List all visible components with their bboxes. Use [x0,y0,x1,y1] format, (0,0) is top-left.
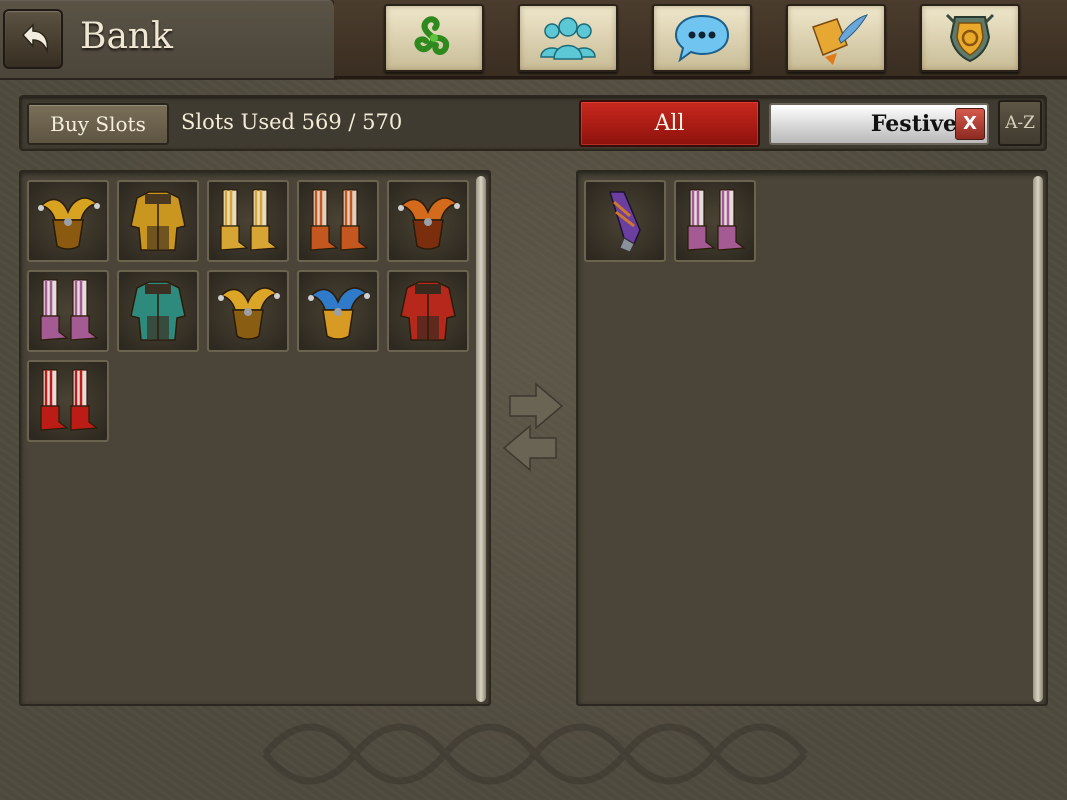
filter-input-value[interactable]: Festive [771,105,957,143]
bank-slot-jester-boots-yellow[interactable] [207,180,289,262]
bank-slot-jester-hat-blue[interactable] [297,270,379,352]
bank-slot-jester-boots-red[interactable] [27,360,109,442]
jester-boots-pink-icon [40,279,99,341]
jester-hat-gold-icon [218,287,280,340]
jester-boots-pink-icon [687,189,746,251]
bank-slot-jester-tunic-yellow[interactable] [117,180,199,262]
slots-used-counter: Slots Used 569 / 570 [181,110,403,134]
purple-bracer-icon [608,191,641,253]
buy-slots-button[interactable]: Buy Slots [27,103,169,145]
jester-tunic-teal-icon [130,281,186,341]
scroll-quill-icon [812,14,869,65]
back-arrow-icon [21,23,49,54]
chat-tab[interactable] [652,4,752,72]
nav-tabstrip [334,0,1067,79]
inventory-scrollbar[interactable] [1033,176,1043,702]
crest-tab[interactable] [920,4,1020,72]
jester-hat-orange-icon [398,197,460,250]
back-button[interactable] [3,9,63,69]
jester-boots-red-icon [40,369,99,431]
bank-slot-jester-hat-yellow[interactable] [27,180,109,262]
triskelion-tab[interactable] [384,4,484,72]
bank-slot-jester-tunic-red[interactable] [387,270,469,352]
all-filter-button[interactable]: All [579,100,760,147]
bank-toolbar: Buy Slots Slots Used 569 / 570 All Festi… [19,95,1047,151]
jester-tunic-red-icon [400,281,456,341]
people-icon [540,17,596,60]
clear-filter-button[interactable]: X [955,108,985,140]
bank-scrollbar[interactable] [476,176,486,702]
transfer-arrows-icon[interactable] [500,380,566,480]
jester-boots-orange-icon [310,189,369,251]
jester-tunic-yellow-icon [130,191,186,251]
sort-az-button[interactable]: A-Z [998,100,1042,146]
bank-slot-jester-tunic-teal[interactable] [117,270,199,352]
bank-items-panel [19,170,491,706]
bank-slot-jester-boots-orange[interactable] [297,180,379,262]
title-tab: Bank [0,0,337,80]
top-bar: Bank [0,0,1067,80]
guild-tab[interactable] [518,4,618,72]
inventory-items-panel [576,170,1048,706]
inventory-slot-jester-boots-pink[interactable] [674,180,756,262]
bank-slot-jester-hat-orange[interactable] [387,180,469,262]
jester-hat-yellow-icon [38,197,100,250]
celtic-knot-ornament [262,723,808,785]
jester-hat-blue-icon [308,287,370,340]
filter-field[interactable]: Festive X [769,103,989,145]
chat-bubble-icon [674,14,730,63]
bank-slot-jester-boots-pink[interactable] [27,270,109,352]
page-title: Bank [80,16,173,57]
inventory-slot-purple-bracer[interactable] [584,180,666,262]
bank-slot-jester-hat-gold[interactable] [207,270,289,352]
quests-tab[interactable] [786,4,886,72]
triskelion-icon [414,16,450,55]
shield-crest-icon [945,13,995,63]
jester-boots-yellow-icon [220,189,279,251]
